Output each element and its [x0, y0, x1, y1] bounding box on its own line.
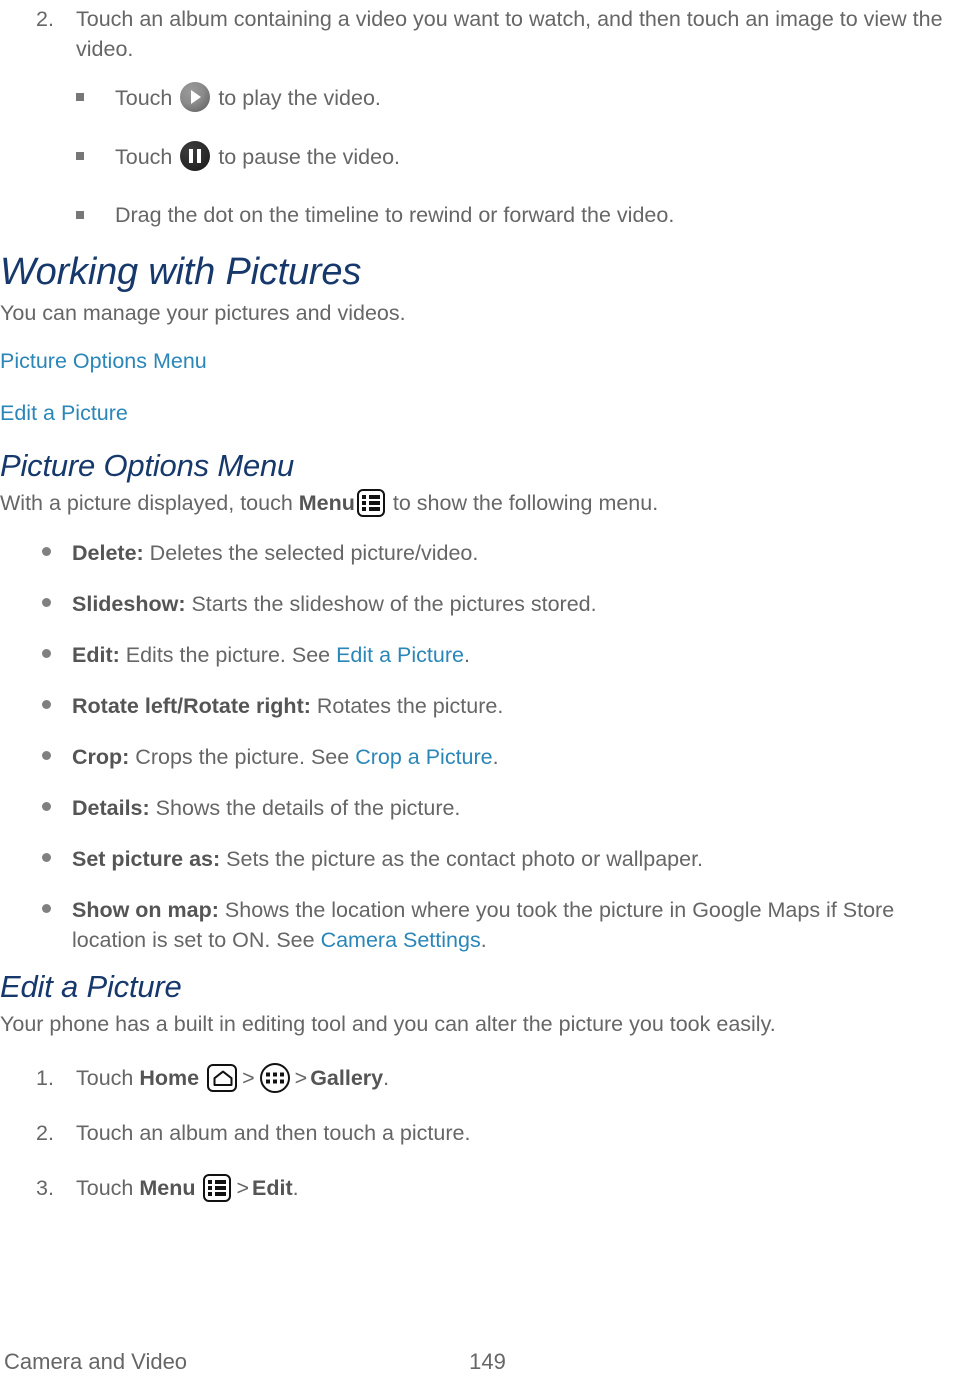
list-item: Crop: Crops the picture. See Crop a Pict…: [0, 742, 961, 772]
separator-chevron: >: [242, 1066, 255, 1090]
option-label: Details:: [72, 796, 150, 820]
option-text: Shows the details of the picture.: [149, 796, 461, 820]
intro-text-before: With a picture displayed, touch: [0, 491, 299, 515]
list-item: 2. Touch an album and then touch a pictu…: [0, 1118, 961, 1148]
toc-link-picture-options-menu[interactable]: Picture Options Menu: [0, 346, 207, 376]
list-item: Drag the dot on the timeline to rewind o…: [0, 200, 961, 230]
option-text-after: .: [492, 745, 499, 769]
round-bullet-icon: [42, 547, 51, 556]
round-bullet-icon: [42, 853, 51, 862]
list-item: Touch to pause the video.: [0, 141, 961, 172]
home-icon: [207, 1064, 238, 1092]
list-number: 2.: [36, 7, 54, 31]
video-control-bullets: Touch to play the video. Touch to pause …: [0, 82, 961, 230]
list-item: Slideshow: Starts the slideshow of the p…: [0, 589, 961, 619]
option-label: Rotate left/Rotate right:: [72, 694, 311, 718]
footer-page-number: 149: [469, 1349, 506, 1374]
round-bullet-icon: [42, 751, 51, 760]
option-text: Deletes the selected picture/video.: [143, 541, 479, 565]
round-bullet-icon: [42, 802, 51, 811]
apps-grid-icon: [259, 1063, 290, 1093]
round-bullet-icon: [42, 598, 51, 607]
play-icon: [180, 82, 211, 112]
list-number: 3.: [36, 1176, 54, 1200]
edit-picture-steps: 1. Touch Home > > Gallery. 2. Touch an alb…: [0, 1063, 961, 1203]
square-bullet-icon: [76, 93, 84, 101]
option-label: Delete:: [72, 541, 144, 565]
option-text: Edits the picture. See: [119, 643, 337, 667]
option-label: Set picture as:: [72, 847, 221, 871]
page-footer: Camera and Video 149: [0, 1349, 961, 1383]
pause-icon: [180, 141, 211, 171]
cross-ref-link-edit-a-picture[interactable]: Edit a Picture: [336, 643, 464, 667]
list-item: Edit: Edits the picture. See Edit a Pict…: [0, 640, 961, 670]
list-item: Delete: Deletes the selected picture/vid…: [0, 538, 961, 568]
option-label: Slideshow:: [72, 592, 186, 616]
picture-options-list: Delete: Deletes the selected picture/vid…: [0, 538, 961, 955]
round-bullet-icon: [42, 649, 51, 658]
subsection-heading-edit-a-picture: Edit a Picture: [0, 969, 182, 1004]
procedure-list-video: 2. Touch an album containing a video you…: [0, 4, 961, 64]
list-item: 2. Touch an album containing a video you…: [0, 4, 961, 64]
option-text-after: .: [463, 643, 470, 667]
separator-chevron: >: [294, 1066, 308, 1090]
list-number: 1.: [36, 1066, 54, 1090]
bullet-text-before: Touch: [115, 86, 179, 110]
list-item: Details: Shows the details of the pictur…: [0, 793, 961, 823]
subsection-heading-picture-options-menu: Picture Options Menu: [0, 448, 295, 483]
list-number: 2.: [36, 1121, 54, 1145]
step-text-after: .: [292, 1176, 299, 1200]
menu-label: Menu: [139, 1176, 196, 1200]
option-text: Rotates the picture.: [310, 694, 504, 718]
section-heading-working-with-pictures: Working with Pictures: [0, 251, 362, 293]
list-item: 1. Touch Home > > Gallery.: [0, 1063, 961, 1093]
document-page: 2. Touch an album containing a video you…: [0, 0, 961, 1391]
step-text-after: .: [383, 1066, 390, 1090]
edit-a-picture-intro: Your phone has a built in editing tool a…: [0, 1012, 776, 1036]
option-text: Starts the slideshow of the pictures sto…: [185, 592, 597, 616]
option-text: Crops the picture. See: [129, 745, 356, 769]
step-text-before: Touch: [76, 1176, 140, 1200]
option-label: Crop:: [72, 745, 130, 769]
round-bullet-icon: [42, 904, 51, 913]
intro-text-after: to show the following menu.: [386, 491, 659, 515]
toc-link-edit-a-picture[interactable]: Edit a Picture: [0, 398, 128, 428]
list-item: 3. Touch Menu > Edit.: [0, 1173, 961, 1203]
list-item: Set picture as: Sets the picture as the …: [0, 844, 961, 874]
list-item: Touch to play the video.: [0, 82, 961, 113]
square-bullet-icon: [76, 152, 84, 160]
cross-ref-link-camera-settings[interactable]: Camera Settings: [321, 928, 481, 952]
round-bullet-icon: [42, 700, 51, 709]
menu-label: Menu: [298, 491, 355, 515]
menu-list-icon: [203, 1174, 232, 1202]
bullet-text-before: Touch: [115, 145, 179, 169]
picture-options-intro: With a picture displayed, touch Menu to …: [0, 488, 961, 518]
list-text: Touch an album containing a video you wa…: [76, 7, 943, 61]
option-text: Sets the picture as the contact photo or…: [220, 847, 704, 871]
step-text-before: Touch: [76, 1066, 140, 1090]
home-label: Home: [139, 1066, 200, 1090]
option-label: Show on map:: [72, 898, 219, 922]
option-label: Edit:: [72, 643, 120, 667]
option-text-after: .: [480, 928, 487, 952]
bullet-text-after: to pause the video.: [212, 145, 401, 169]
bullet-text: Drag the dot on the timeline to rewind o…: [115, 203, 675, 227]
edit-label: Edit: [252, 1176, 293, 1200]
menu-list-icon: [356, 489, 385, 517]
bullet-text-after: to play the video.: [212, 86, 381, 110]
cross-ref-link-crop-a-picture[interactable]: Crop a Picture: [355, 745, 492, 769]
list-item: Rotate left/Rotate right: Rotates the pi…: [0, 691, 961, 721]
step-text: Touch an album and then touch a picture.: [76, 1121, 471, 1145]
list-item: Show on map: Shows the location where yo…: [0, 895, 961, 955]
gallery-label: Gallery: [310, 1066, 384, 1090]
section-intro-text: You can manage your pictures and videos.: [0, 301, 406, 325]
square-bullet-icon: [76, 211, 84, 219]
separator-chevron: >: [236, 1176, 250, 1200]
